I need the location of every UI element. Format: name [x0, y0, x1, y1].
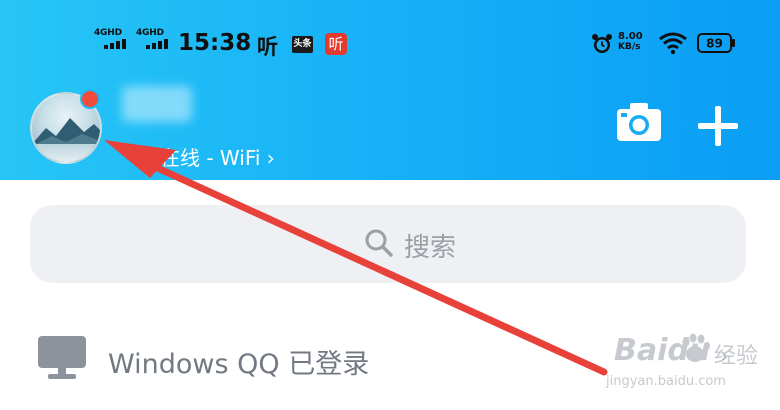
monitor-icon	[38, 336, 86, 379]
watermark-url: jingyan.baidu.com	[606, 374, 726, 389]
search-icon	[365, 229, 393, 257]
network-speed: 8.00 KB/s	[618, 31, 650, 53]
landscape-image	[32, 118, 100, 148]
add-icon[interactable]	[696, 104, 740, 148]
watermark-brand-cn: 经验	[714, 344, 759, 369]
toutiao-app-icon: 头条	[292, 36, 313, 53]
search-placeholder: 搜索	[404, 233, 457, 263]
camera-icon[interactable]	[616, 102, 662, 142]
signal-bars-icon	[104, 39, 128, 49]
battery-indicator: 89	[697, 32, 737, 54]
cellular-signal-1: 4GHD	[94, 28, 130, 50]
cellular-signal-2: 4GHD	[136, 28, 172, 50]
battery-icon: 89	[697, 33, 735, 53]
search-input[interactable]: 搜索	[30, 205, 746, 283]
signal-bars-icon	[146, 39, 170, 49]
wifi-icon	[659, 32, 687, 55]
blurred-nickname	[122, 86, 192, 122]
windows-qq-label: Windows QQ 已登录	[108, 349, 370, 380]
red-app-icon: 听	[325, 33, 347, 55]
status-bar: 4GHD 4GHD 15:38 听 头条 听 8.00 KB/s 89	[0, 22, 780, 64]
status-time: 15:38	[178, 30, 252, 56]
speed-unit: KB/s	[618, 42, 641, 52]
online-status-link[interactable]: 在线 - WiFi ›	[160, 142, 275, 171]
ting-app-icon: 听	[257, 35, 278, 59]
network-type-label: 4GHD	[94, 28, 122, 38]
notification-badge	[80, 89, 100, 109]
landscape-water	[32, 144, 100, 162]
battery-level: 89	[706, 37, 723, 51]
speed-value: 8.00	[618, 31, 643, 42]
paw-logo-icon	[682, 333, 710, 362]
network-type-label: 4GHD	[136, 28, 164, 38]
alarm-icon	[592, 34, 612, 53]
